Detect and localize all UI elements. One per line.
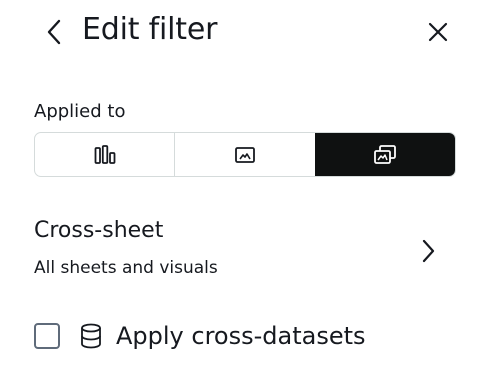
database-icon-wrapper [78,322,104,350]
applied-to-option-visual[interactable] [174,133,314,176]
cross-sheet-subtitle: All sheets and visuals [34,258,218,278]
multiple-visuals-icon [374,144,397,164]
cross-sheet-row[interactable]: Cross-sheet All sheets and visuals [34,212,446,288]
edit-filter-panel: Edit filter Applied to Cross-sheet All s… [0,0,478,377]
apply-cross-datasets-checkbox[interactable] [34,323,60,349]
chevron-left-icon [47,19,61,45]
back-button[interactable] [40,16,68,48]
page-title: Edit filter [82,12,218,47]
applied-to-option-multiple-visuals[interactable] [314,133,455,176]
visual-icon [235,146,255,163]
applied-to-label: Applied to [34,101,126,122]
cross-sheet-title: Cross-sheet [34,218,164,243]
applied-to-segmented-control [34,132,456,177]
database-icon [81,323,101,349]
bar-chart-icon [94,144,116,164]
apply-cross-datasets-label: Apply cross-datasets [116,322,366,350]
close-button[interactable] [424,18,452,46]
chevron-right-icon [422,239,435,263]
applied-to-option-single-visual-chart[interactable] [35,133,174,176]
apply-cross-datasets-option[interactable]: Apply cross-datasets [34,318,366,354]
cross-sheet-chevron [416,238,440,264]
close-icon [428,22,448,42]
